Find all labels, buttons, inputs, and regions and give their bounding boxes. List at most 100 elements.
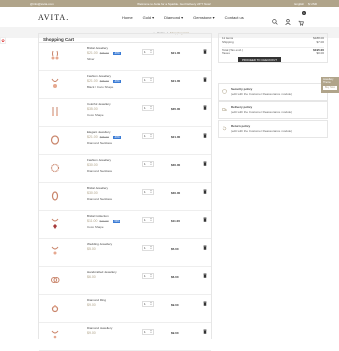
tag-icon: ✿: [1, 38, 5, 43]
product-old-price: $35.00: [99, 79, 109, 83]
nav-item-home[interactable]: Home: [122, 15, 133, 20]
product-price: $9.00: [87, 331, 96, 335]
decrement-icon[interactable]: ▼: [150, 164, 152, 166]
trash-icon[interactable]: [203, 77, 207, 82]
quantity-stepper[interactable]: 1 ▲ ▼: [142, 301, 154, 307]
line-total: $21.00: [171, 51, 181, 55]
product-name[interactable]: Elegant Jewellery: [87, 130, 111, 134]
search-icon[interactable]: [272, 19, 278, 25]
product-name[interactable]: Diamond Jewellery: [87, 326, 112, 330]
chevron-down-icon: ▾: [181, 14, 184, 20]
nav-item-gold[interactable]: Gold ▾: [143, 15, 154, 20]
quantity-stepper[interactable]: 1 ▲ ▼: [142, 273, 154, 279]
language-selector[interactable]: English: [294, 2, 304, 6]
topbar-email[interactable]: @info@avita.com: [30, 2, 54, 6]
policy-desc: (edit with the Customer Reassurance modu…: [231, 110, 293, 114]
nav-label: Gemstone: [193, 14, 212, 20]
decrement-icon[interactable]: ▼: [150, 52, 152, 54]
product-image[interactable]: [50, 78, 60, 90]
policy-desc: (edit with the Customer Reassurance modu…: [231, 129, 293, 133]
trash-icon[interactable]: [203, 217, 207, 222]
summary-shipping-label: Shipping: [222, 40, 234, 44]
product-image[interactable]: [50, 218, 60, 230]
product-name[interactable]: Bridal Collection: [87, 214, 109, 218]
quantity-stepper[interactable]: 1 ▲ ▼: [142, 105, 154, 111]
product-price: $21.00: [87, 51, 98, 55]
header: AVITA. Home Gold ▾ Diamond ▾ Gemstone ▾ Contact…: [0, 7, 339, 27]
checkout-button[interactable]: PROCEED TO CHECKOUT: [238, 57, 281, 62]
product-name[interactable]: Diamond Ring: [87, 298, 106, 302]
product-name[interactable]: Colorful Jewellery: [87, 102, 111, 106]
product-name[interactable]: Fashion Jewellery: [87, 158, 111, 162]
product-price: $30.00: [87, 163, 98, 167]
product-image[interactable]: [50, 50, 60, 62]
nav-item-contact-us[interactable]: Contact us: [225, 15, 244, 20]
product-price: $21.00: [87, 135, 98, 139]
decrement-icon[interactable]: ▼: [150, 304, 152, 306]
cart-item-row: Bridal Jewellery $30.00 Diamond Necklace…: [39, 183, 211, 211]
product-image[interactable]: [50, 190, 60, 202]
trash-icon[interactable]: [203, 49, 207, 54]
summary-taxes-value: $0.00: [316, 51, 324, 55]
currency-selector[interactable]: $ USD: [308, 2, 317, 6]
buy-now-button[interactable]: Buy Now: [323, 86, 337, 90]
cart-icon: [298, 20, 304, 26]
product-name[interactable]: Bridal Jewellery: [87, 46, 108, 50]
trash-icon[interactable]: [203, 329, 207, 334]
quantity-stepper[interactable]: 1 ▲ ▼: [142, 77, 154, 83]
quantity-stepper[interactable]: 1 ▲ ▼: [142, 133, 154, 139]
quantity-stepper[interactable]: 1 ▲ ▼: [142, 189, 154, 195]
cart-item-row: Elegant Jewellery $21.00 $35.00 -40% Dia…: [39, 127, 211, 155]
quantity-stepper[interactable]: 1 ▲ ▼: [142, 161, 154, 167]
nav-item-gemstone[interactable]: Gemstone ▾: [193, 15, 214, 20]
decrement-icon[interactable]: ▼: [150, 108, 152, 110]
decrement-icon[interactable]: ▼: [150, 248, 152, 250]
trash-icon[interactable]: [203, 133, 207, 138]
quantity-stepper[interactable]: 1 ▲ ▼: [142, 245, 154, 251]
product-name[interactable]: Wedding Jewellery: [87, 242, 112, 246]
quantity-value: 1: [144, 218, 146, 222]
nav-item-diamond[interactable]: Diamond ▾: [164, 15, 183, 20]
product-image[interactable]: [50, 302, 60, 314]
trash-icon[interactable]: [203, 189, 207, 194]
product-name[interactable]: Fashion Jewellery: [87, 74, 111, 78]
chevron-down-icon: ▾: [212, 14, 215, 20]
quantity-stepper[interactable]: 1 ▲ ▼: [142, 329, 154, 335]
product-name[interactable]: Handcrafted Jewellery: [87, 270, 117, 274]
left-side-tab[interactable]: ✿: [0, 37, 6, 44]
product-image[interactable]: [50, 274, 60, 286]
decrement-icon[interactable]: ▼: [150, 136, 152, 138]
trash-icon[interactable]: [203, 161, 207, 166]
trash-icon[interactable]: [203, 273, 207, 278]
security-policy: Security policy (edit with the Customer …: [218, 83, 328, 101]
cart-summary: 11 items $188.00 Shipping $7.00 Total (Tax…: [218, 33, 328, 63]
cart-button[interactable]: 1: [298, 11, 306, 31]
discount-badge: -40%: [112, 135, 121, 139]
truck-icon: [222, 108, 227, 111]
product-image[interactable]: [50, 106, 60, 118]
line-total: $30.00: [171, 163, 181, 167]
line-total: $5.00: [171, 247, 179, 251]
product-image[interactable]: [50, 330, 60, 342]
summary-taxes-label: Taxes: [222, 51, 230, 55]
topbar-promo: Welcome to Avita for a Sparkle. Get Deli…: [137, 1, 211, 6]
decrement-icon[interactable]: ▼: [150, 192, 152, 194]
product-name[interactable]: Bridal Jewellery: [87, 186, 108, 190]
product-price-group: $9.00: [87, 303, 96, 307]
decrement-icon[interactable]: ▼: [150, 220, 152, 222]
user-icon[interactable]: [285, 19, 291, 25]
trash-icon[interactable]: [203, 245, 207, 250]
theme-side-tab[interactable]: Jewellery Theme Buy Now: [321, 77, 339, 93]
logo[interactable]: AVITA.: [38, 13, 122, 22]
trash-icon[interactable]: [203, 105, 207, 110]
quantity-stepper[interactable]: 1 ▲ ▼: [142, 49, 154, 55]
product-image[interactable]: [50, 134, 60, 146]
product-image[interactable]: [50, 162, 60, 174]
decrement-icon[interactable]: ▼: [150, 276, 152, 278]
product-image[interactable]: [50, 246, 60, 258]
policy-desc: (edit with the Customer Reassurance modu…: [231, 92, 293, 96]
quantity-stepper[interactable]: 1 ▲ ▼: [142, 217, 154, 223]
decrement-icon[interactable]: ▼: [150, 80, 152, 82]
trash-icon[interactable]: [203, 301, 207, 306]
decrement-icon[interactable]: ▼: [150, 332, 152, 334]
